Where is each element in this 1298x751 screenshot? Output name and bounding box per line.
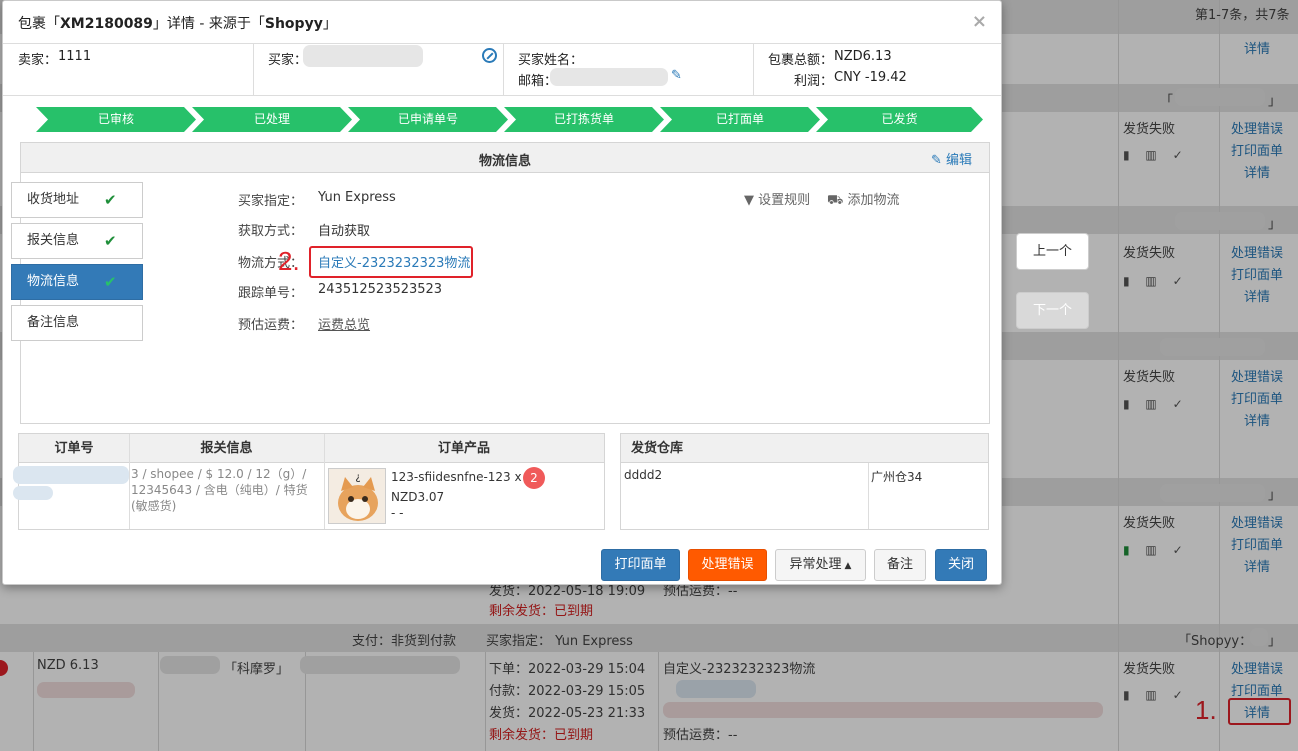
col-customs-info: 报关信息 — [200, 441, 253, 456]
field-estimated-shipping: 预估运费： 运费总览 — [238, 314, 538, 334]
shipping-overview-link[interactable]: 运费总览 — [318, 314, 370, 333]
col-order-products: 订单产品 — [437, 441, 490, 456]
buyer-name-label: 买家姓名： — [518, 53, 584, 68]
highlight-box — [309, 246, 473, 278]
set-rule-button[interactable]: ▼ 设置规则 — [744, 189, 810, 208]
package-id: XM2180089 — [60, 16, 153, 32]
product-price: NZD3.07 — [391, 490, 445, 504]
buyer-label: 买家： — [268, 53, 308, 68]
exception-dropdown-button[interactable]: 异常处理 ▲ — [775, 549, 866, 581]
package-total-label: 包裹总额： — [768, 53, 834, 68]
svg-text:¿: ¿ — [355, 472, 360, 483]
tab-logistics-info[interactable]: 物流信息 ✔ — [11, 264, 143, 300]
warehouse-cell: 广州仓34 — [871, 470, 923, 484]
product-sku: 123-sfiidesnfne-123 x — [391, 470, 522, 484]
panel-title: 物流信息 — [478, 154, 531, 169]
logistics-panel: 物流信息 ✎ 编辑 买家指定： Yun Express 获取方式： 自动获取 物流方… — [20, 142, 990, 424]
field-buyer-specified: 买家指定： Yun Express — [238, 190, 396, 209]
step-label-printed: 已打面单 — [660, 107, 820, 132]
col-warehouse: 发货仓库 — [621, 434, 988, 463]
edit-email-icon[interactable]: ✎ — [671, 68, 682, 83]
edit-button[interactable]: ✎ 编辑 — [931, 149, 972, 168]
note-button[interactable]: 备注 — [874, 549, 926, 581]
step-tracking-applied: 已申请单号 — [348, 107, 508, 132]
step-processed: 已处理 — [192, 107, 352, 132]
close-button[interactable]: 关闭 — [935, 549, 987, 581]
step-picklist-printed: 已打拣货单 — [504, 107, 664, 132]
seller-label: 卖家： — [18, 53, 58, 68]
product-image[interactable]: ¿ — [328, 468, 386, 524]
check-icon: ✔ — [104, 273, 117, 291]
step-reviewed: 已审核 — [36, 107, 196, 132]
annotation-number: 2. — [278, 246, 300, 276]
profit-value: CNY -19.42 — [834, 70, 907, 85]
customs-detail: 3 / shopee / $ 12.0 / 12（g）/ 12345643 / … — [131, 467, 308, 513]
warehouse-table: 发货仓库 dddd2 广州仓34 — [620, 433, 989, 530]
field-tracking-number: 跟踪单号： 243512523523523 — [238, 282, 443, 301]
edit-icon: ✎ — [931, 153, 947, 168]
panel-header: 物流信息 ✎ 编辑 — [21, 143, 989, 173]
warehouse-cell: dddd2 — [624, 468, 663, 482]
previous-button[interactable]: 上一个 — [1016, 233, 1089, 270]
source-name: Shopyy — [264, 16, 323, 32]
block-icon[interactable] — [482, 48, 497, 63]
product-extra: - - — [391, 506, 404, 520]
check-icon: ✔ — [104, 191, 117, 209]
tab-shipping-address[interactable]: 收货地址 ✔ — [11, 182, 143, 218]
col-order-number: 订单号 — [54, 441, 94, 456]
close-icon[interactable]: × — [972, 11, 987, 32]
add-logistics-button[interactable]: ⛟ 添加物流 — [827, 189, 900, 210]
profit-label: 利润： — [794, 74, 834, 89]
caret-up-icon: ▲ — [844, 561, 852, 571]
next-button[interactable]: 下一个 — [1016, 292, 1089, 329]
tab-customs-info[interactable]: 报关信息 ✔ — [11, 223, 143, 259]
modal-title: 包裹「XM2180089」详情 - 来源于「Shopyy」 — [18, 16, 337, 32]
quantity-badge: 2 — [523, 467, 545, 489]
field-acquire-method: 获取方式： 自动获取 — [238, 224, 371, 239]
step-shipped: 已发货 — [816, 107, 983, 132]
seller-value: 1111 — [58, 49, 92, 64]
package-total-value: NZD6.13 — [834, 49, 892, 64]
filter-icon: ▼ — [744, 193, 759, 208]
truck-icon: ⛟ — [827, 193, 848, 208]
package-detail-modal: 包裹「XM2180089」详情 - 来源于「Shopyy」 × 卖家： 1111… — [2, 0, 1002, 585]
handle-error-button[interactable]: 处理错误 — [688, 549, 767, 581]
tab-remark-info[interactable]: 备注信息 — [11, 305, 143, 341]
check-icon: ✔ — [104, 232, 117, 250]
print-label-button[interactable]: 打印面单 — [601, 549, 680, 581]
order-table: 订单号 报关信息 订单产品 3 / shopee / $ 12.0 / 12（g… — [13, 433, 605, 530]
